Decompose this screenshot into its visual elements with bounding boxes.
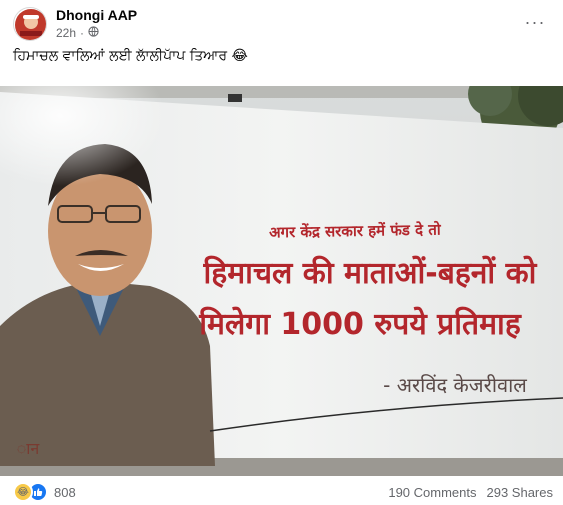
reactions-summary[interactable]: 😂 808 — [13, 482, 76, 502]
post-footer: 😂 808 190 Comments 293 Shares — [0, 476, 563, 505]
page-name[interactable]: Dhongi AAP — [56, 7, 137, 23]
post-image[interactable]: अगर केंद्र सरकार हमें फंड दे तो हिमाचल क… — [0, 86, 563, 476]
reaction-count: 808 — [54, 484, 76, 500]
comments-count-link[interactable]: 190 Comments — [388, 485, 476, 500]
page-avatar[interactable] — [13, 7, 47, 41]
post-header: Dhongi AAP 22h · ··· — [0, 0, 563, 45]
shares-count-link[interactable]: 293 Shares — [487, 485, 554, 500]
more-options-button[interactable]: ··· — [523, 12, 547, 32]
billboard-signature: - अरविंद केजरीवाल — [383, 373, 527, 397]
billboard-line-3: मिलेगा 1000 रुपये प्रतिमाह — [198, 306, 522, 342]
more-dots-icon: ··· — [524, 11, 546, 32]
post-meta: 22h · — [56, 26, 99, 40]
billboard-line-2: हिमाचल की माताओं-बहनों को — [203, 255, 538, 291]
billboard-partial-text: ान — [17, 439, 41, 458]
post-caption: ਹਿਮਾਚਲ ਵਾਲਿਆਂ ਲਈ ਲਾੱਲੀਪਾੱਪ ਤਿਆਰ 😂 — [13, 48, 248, 64]
post-time[interactable]: 22h — [56, 26, 76, 40]
dot-separator: · — [80, 26, 85, 40]
billboard-line-1: अगर केंद्र सरकार हमें फंड दे तो — [269, 220, 442, 241]
haha-reaction-icon: 😂 — [13, 482, 33, 502]
globe-icon — [88, 26, 99, 40]
engagement-stats: 190 Comments 293 Shares — [388, 485, 553, 500]
